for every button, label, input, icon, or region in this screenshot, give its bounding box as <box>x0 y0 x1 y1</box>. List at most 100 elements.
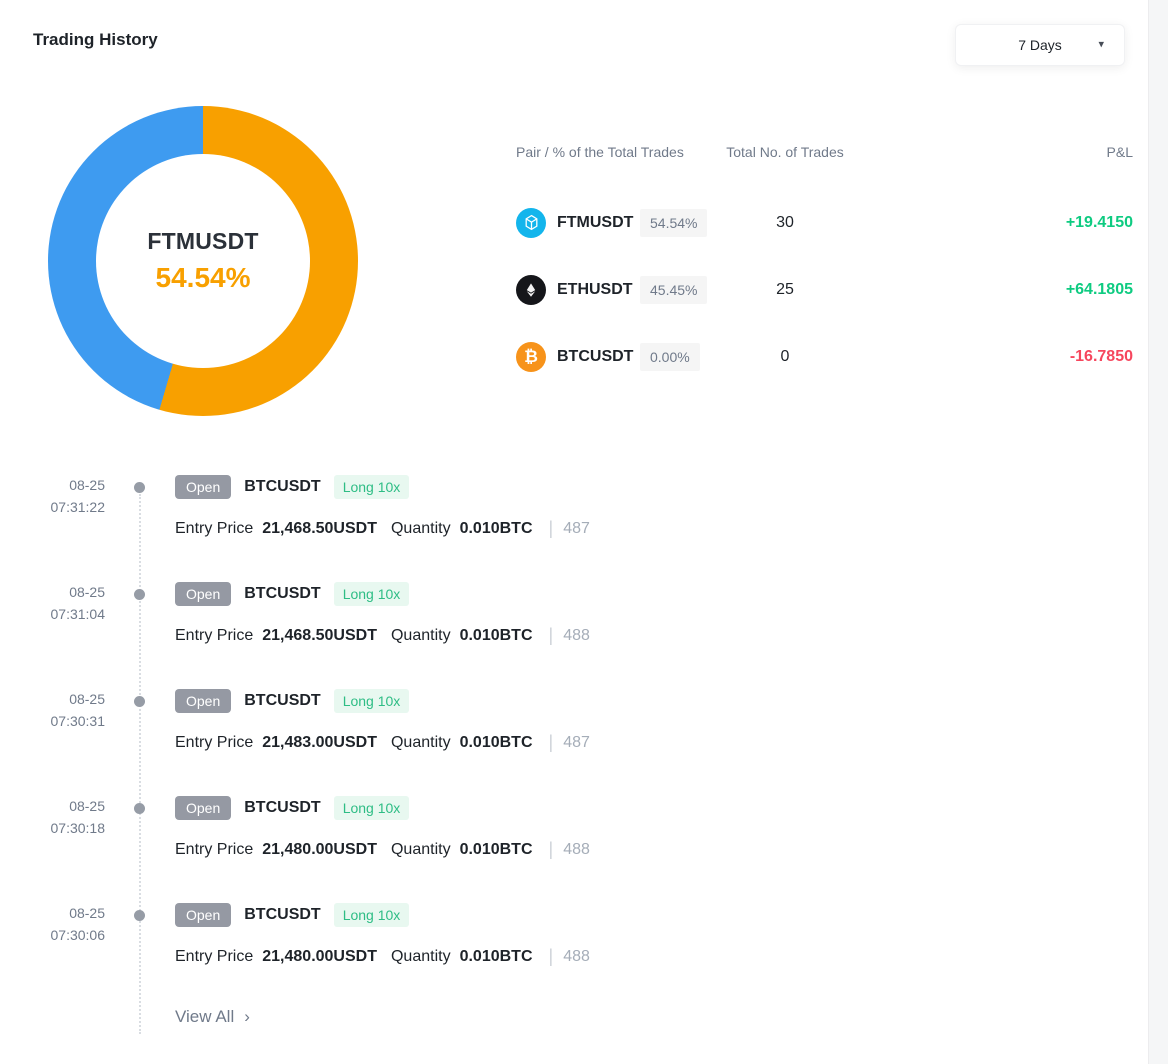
pnl-value: +19.4150 <box>1066 214 1133 232</box>
chevron-right-icon: › <box>244 1007 250 1027</box>
trade-entry: 08-25 07:31:22 Open BTCUSDT Long 10x Ent… <box>0 474 760 539</box>
trade-time: 07:30:18 <box>0 817 105 839</box>
percent-badge: 54.54% <box>640 209 707 237</box>
entry-pair: BTCUSDT <box>244 692 320 710</box>
scrollbar-track[interactable] <box>1148 0 1168 1064</box>
entry-price-label: Entry Price <box>175 948 253 966</box>
btc-coin-icon: ₿ <box>516 342 546 372</box>
trade-entry: 08-25 07:30:06 Open BTCUSDT Long 10x Ent… <box>0 902 760 967</box>
trades-count: 30 <box>776 214 794 232</box>
entry-price-label: Entry Price <box>175 841 253 859</box>
side-leverage-badge: Long 10x <box>334 582 410 606</box>
quantity-value: 0.010BTC <box>460 520 533 538</box>
trade-timestamp: 08-25 07:30:18 <box>0 795 105 860</box>
donut-center-pair: FTMUSDT <box>147 228 258 255</box>
order-number: 487 <box>563 734 590 752</box>
quantity-label: Quantity <box>391 841 451 859</box>
timeline-dot-icon <box>134 482 145 493</box>
trading-history-panel: Trading History 7 Days ▾ FTMUSDT 54.54% … <box>0 0 1168 1064</box>
status-badge: Open <box>175 475 231 499</box>
column-header-pair: Pair / % of the Total Trades <box>516 144 684 160</box>
view-all-label: View All <box>175 1007 234 1027</box>
pair-name: ETHUSDT <box>557 281 633 299</box>
trade-time: 07:30:31 <box>0 710 105 732</box>
trade-timestamp: 08-25 07:31:04 <box>0 581 105 646</box>
pair-name: BTCUSDT <box>557 348 633 366</box>
divider: | <box>549 625 554 646</box>
status-badge: Open <box>175 796 231 820</box>
order-number: 488 <box>563 948 590 966</box>
status-badge: Open <box>175 903 231 927</box>
trade-timestamp: 08-25 07:30:31 <box>0 688 105 753</box>
entry-pair: BTCUSDT <box>244 799 320 817</box>
eth-coin-icon <box>516 275 546 305</box>
quantity-value: 0.010BTC <box>460 734 533 752</box>
ftm-coin-icon <box>516 208 546 238</box>
donut-chart[interactable]: FTMUSDT 54.54% <box>48 106 358 416</box>
divider: | <box>549 839 554 860</box>
timeline-dot-icon <box>134 803 145 814</box>
entry-price-value: 21,480.00USDT <box>262 948 377 966</box>
table-row: ₿ BTCUSDT 0.00% 0 -16.7850 <box>516 323 1133 390</box>
entry-price-label: Entry Price <box>175 520 253 538</box>
column-header-pnl: P&L <box>1107 144 1133 160</box>
summary-table-header: Pair / % of the Total Trades Total No. o… <box>516 144 1133 164</box>
quantity-value: 0.010BTC <box>460 627 533 645</box>
trade-timestamp: 08-25 07:31:22 <box>0 474 105 539</box>
period-dropdown-value: 7 Days <box>1018 37 1062 53</box>
trade-date: 08-25 <box>0 581 105 603</box>
entry-pair: BTCUSDT <box>244 585 320 603</box>
percent-badge: 45.45% <box>640 276 707 304</box>
entry-price-value: 21,468.50USDT <box>262 627 377 645</box>
period-dropdown[interactable]: 7 Days ▾ <box>955 24 1125 66</box>
timeline-dot-icon <box>134 910 145 921</box>
side-leverage-badge: Long 10x <box>334 903 410 927</box>
trade-date: 08-25 <box>0 795 105 817</box>
percent-badge: 0.00% <box>640 343 700 371</box>
summary-table: FTMUSDT 54.54% 30 +19.4150 ETHUSDT 45.45… <box>516 189 1133 390</box>
order-number: 487 <box>563 520 590 538</box>
entry-pair: BTCUSDT <box>244 478 320 496</box>
table-row: ETHUSDT 45.45% 25 +64.1805 <box>516 256 1133 323</box>
order-number: 488 <box>563 841 590 859</box>
divider: | <box>549 518 554 539</box>
quantity-label: Quantity <box>391 627 451 645</box>
trade-timestamp: 08-25 07:30:06 <box>0 902 105 967</box>
entry-price-value: 21,483.00USDT <box>262 734 377 752</box>
quantity-label: Quantity <box>391 734 451 752</box>
trades-count: 0 <box>781 348 790 366</box>
pnl-value: -16.7850 <box>1070 348 1133 366</box>
entry-price-label: Entry Price <box>175 734 253 752</box>
timeline-dot-icon <box>134 589 145 600</box>
table-row: FTMUSDT 54.54% 30 +19.4150 <box>516 189 1133 256</box>
divider: | <box>549 732 554 753</box>
pnl-value: +64.1805 <box>1066 281 1133 299</box>
page-title: Trading History <box>33 30 158 50</box>
order-number: 488 <box>563 627 590 645</box>
trade-entry: 08-25 07:30:31 Open BTCUSDT Long 10x Ent… <box>0 688 760 753</box>
status-badge: Open <box>175 689 231 713</box>
side-leverage-badge: Long 10x <box>334 689 410 713</box>
side-leverage-badge: Long 10x <box>334 796 410 820</box>
entry-pair: BTCUSDT <box>244 906 320 924</box>
view-all-link[interactable]: View All › <box>175 1007 250 1027</box>
entry-price-value: 21,480.00USDT <box>262 841 377 859</box>
donut-center-percent: 54.54% <box>156 262 251 294</box>
trade-entry: 08-25 07:30:18 Open BTCUSDT Long 10x Ent… <box>0 795 760 860</box>
side-leverage-badge: Long 10x <box>334 475 410 499</box>
trade-date: 08-25 <box>0 474 105 496</box>
trade-timeline: 08-25 07:31:22 Open BTCUSDT Long 10x Ent… <box>0 474 760 1027</box>
entry-price-label: Entry Price <box>175 627 253 645</box>
trade-date: 08-25 <box>0 688 105 710</box>
column-header-trades: Total No. of Trades <box>726 144 844 160</box>
trade-time: 07:30:06 <box>0 924 105 946</box>
trade-time: 07:31:22 <box>0 496 105 518</box>
chevron-down-icon: ▾ <box>1098 37 1104 50</box>
quantity-label: Quantity <box>391 948 451 966</box>
pair-name: FTMUSDT <box>557 214 633 232</box>
donut-center: FTMUSDT 54.54% <box>96 154 310 368</box>
trade-time: 07:31:04 <box>0 603 105 625</box>
trades-count: 25 <box>776 281 794 299</box>
quantity-value: 0.010BTC <box>460 841 533 859</box>
divider: | <box>549 946 554 967</box>
